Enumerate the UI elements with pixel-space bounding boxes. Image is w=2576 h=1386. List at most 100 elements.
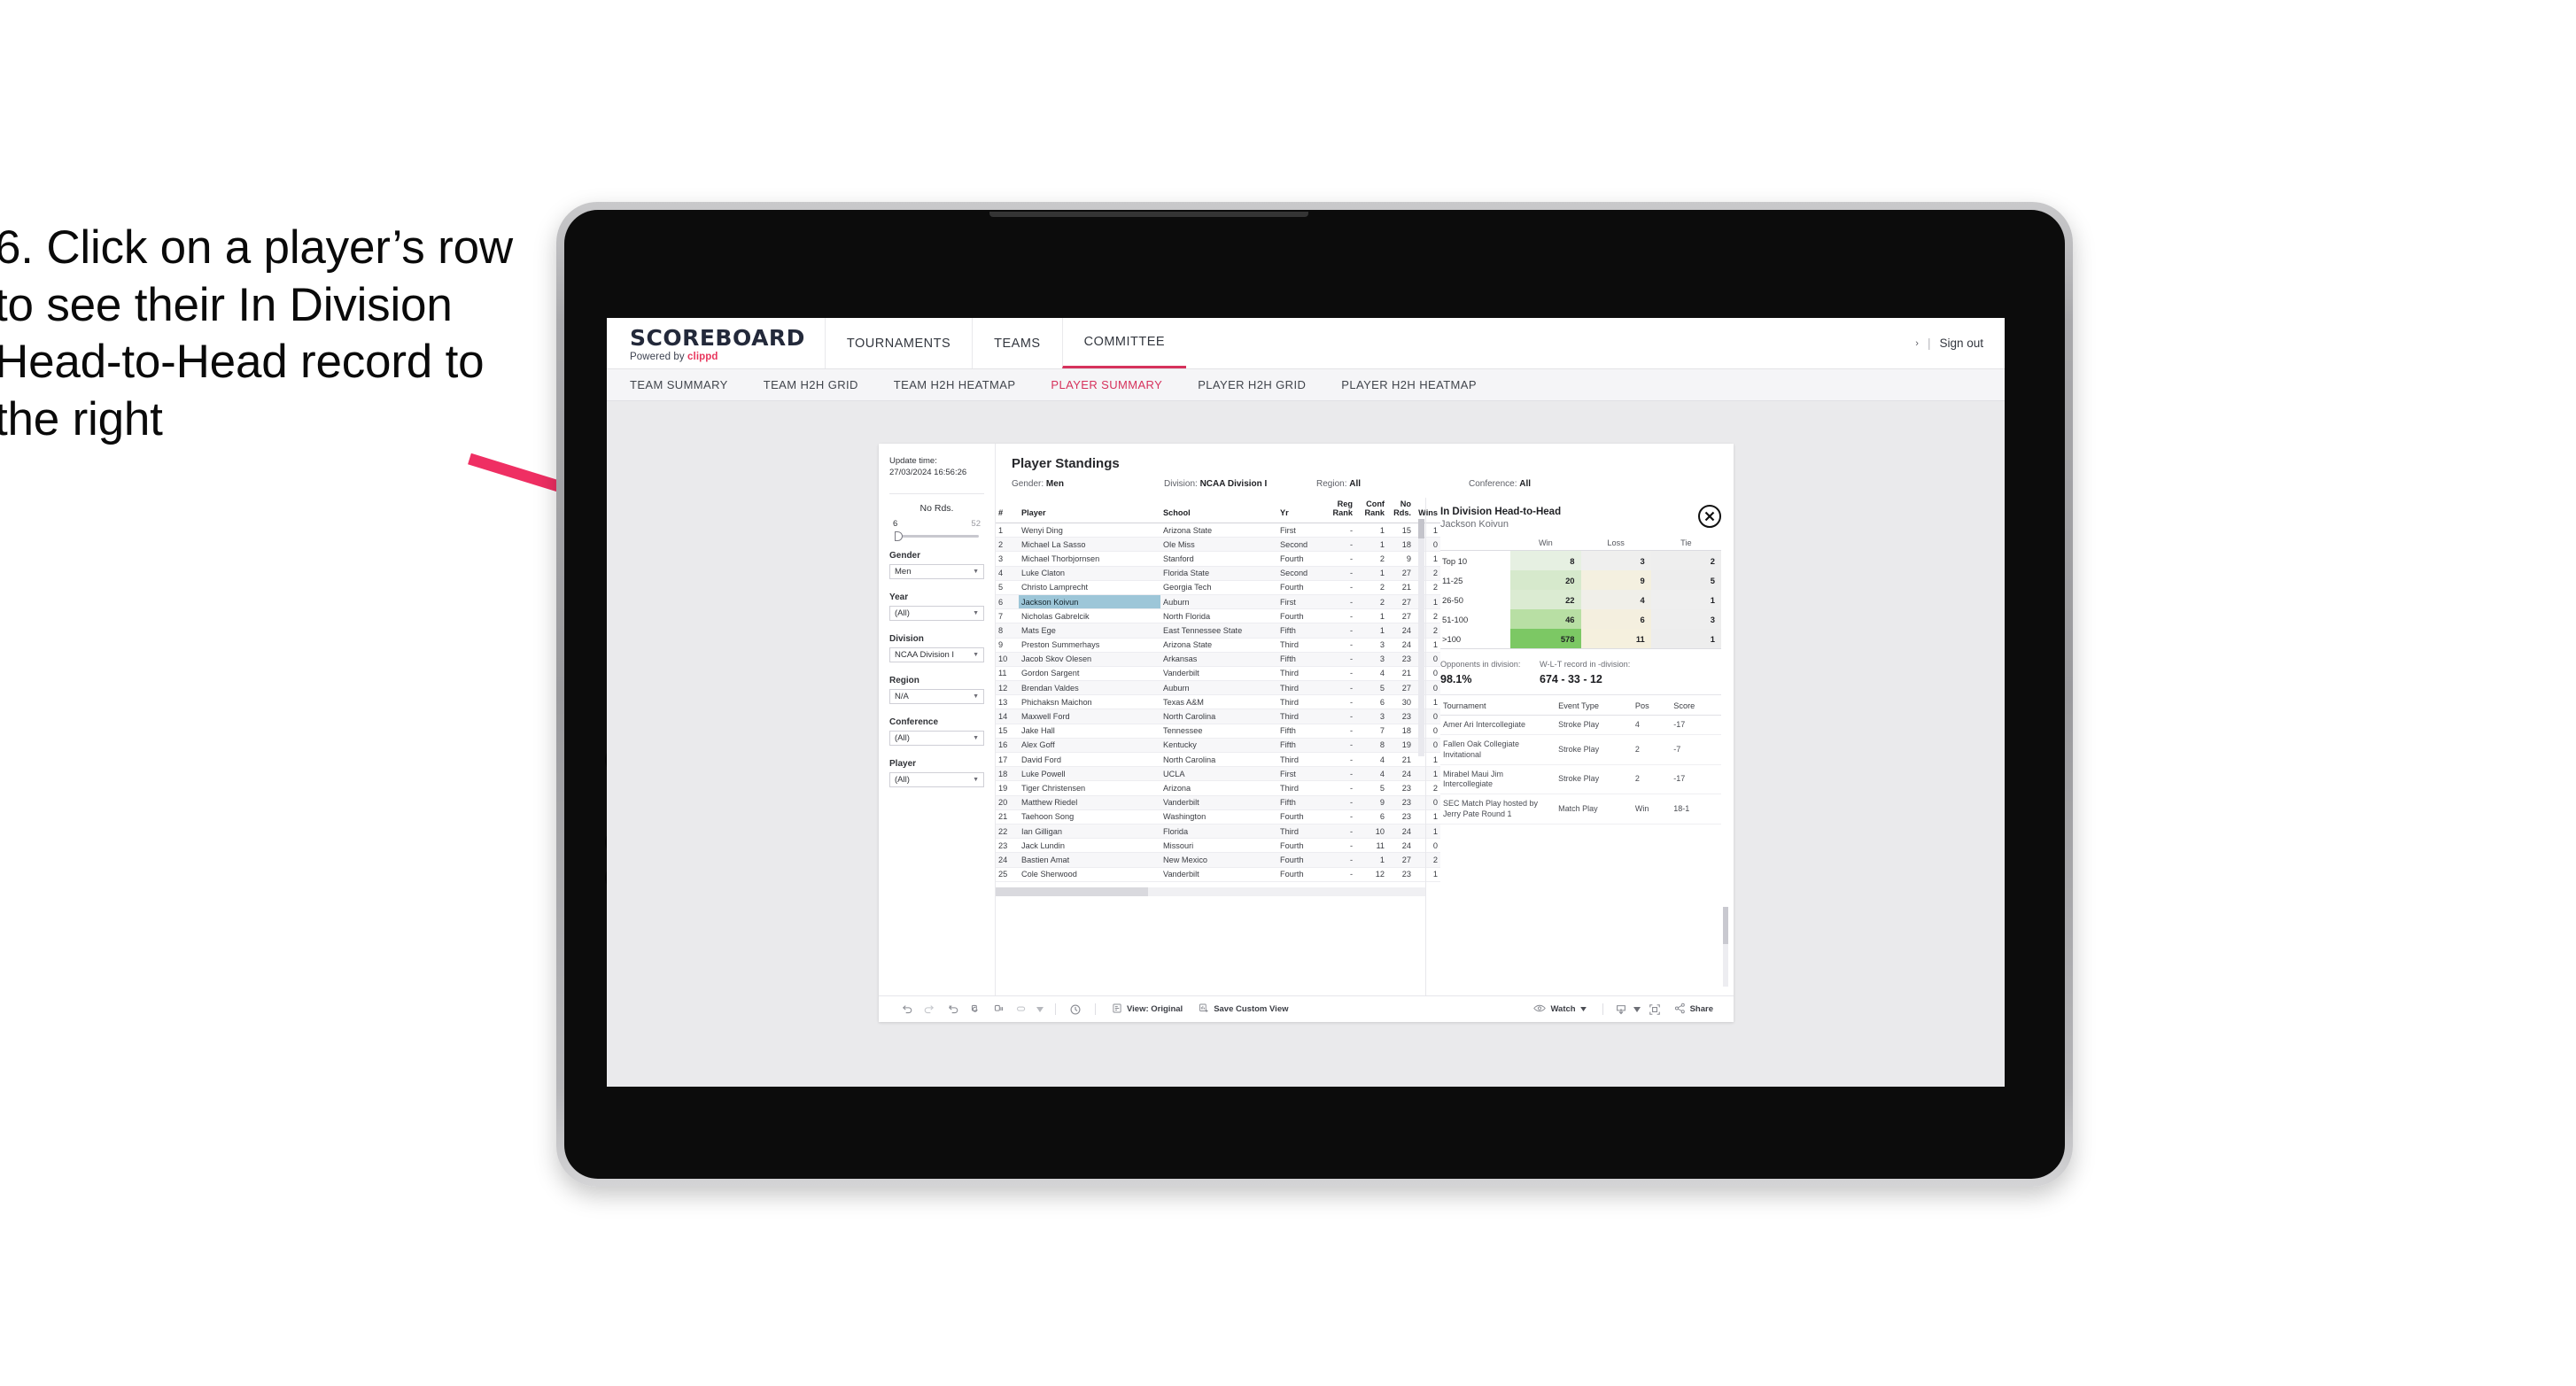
table-row[interactable]: 20 Matthew Riedel Vanderbilt Fifth -9 23 0 xyxy=(996,795,1440,810)
table-row[interactable]: 14 Maxwell Ford North Carolina Third -3 23 0 xyxy=(996,708,1440,724)
table-row[interactable]: 6 Jackson Koivun Auburn First -2 27 1 xyxy=(996,594,1440,610)
filter-conference-select[interactable]: (All) ▼ xyxy=(889,730,984,746)
tournament-row[interactable]: Fallen Oak Collegiate Invitational Stroke… xyxy=(1440,734,1721,765)
dropdown-caret-icon[interactable] xyxy=(1033,1006,1047,1012)
heatmap-cell[interactable]: 6 xyxy=(1580,609,1651,629)
table-row[interactable]: 18 Luke Powell UCLA First -4 24 1 xyxy=(996,766,1440,782)
dropdown-caret-icon[interactable] xyxy=(1631,1006,1643,1012)
table-row[interactable]: 2 Michael La Sasso Ole Miss Second -1 18 0 xyxy=(996,537,1440,553)
col-reg-rank[interactable]: Reg Rank xyxy=(1325,498,1355,523)
filter-year-select[interactable]: (All) ▼ xyxy=(889,605,984,621)
slider-track[interactable] xyxy=(895,530,979,541)
shape-icon[interactable] xyxy=(1010,1003,1033,1015)
heatmap-cell[interactable]: 8 xyxy=(1510,550,1581,570)
heatmap-cell[interactable]: 5 xyxy=(1650,570,1721,590)
cell-no-rds: 24 xyxy=(1387,824,1414,840)
heatmap-cell[interactable]: 2 xyxy=(1650,550,1721,570)
table-row[interactable]: 25 Cole Sherwood Vanderbilt Fourth -12 23 1 xyxy=(996,867,1440,882)
subnav-player-h2h-grid[interactable]: PLAYER H2H GRID xyxy=(1198,378,1306,391)
revert-icon[interactable] xyxy=(941,1003,964,1015)
table-row[interactable]: 17 David Ford North Carolina Third -4 21 1 xyxy=(996,752,1440,768)
download-icon[interactable] xyxy=(1611,1003,1631,1016)
close-icon[interactable] xyxy=(1698,505,1721,528)
col-year[interactable]: Yr xyxy=(1277,498,1325,523)
subnav-team-h2h-heatmap[interactable]: TEAM H2H HEATMAP xyxy=(894,378,1016,391)
tournament-scrollbar[interactable] xyxy=(1723,907,1728,987)
tournament-row[interactable]: Amer Ari Intercollegiate Stroke Play 4 -17 xyxy=(1440,715,1721,736)
scoreboard-logo[interactable]: SCOREBOARD Powered by clippd xyxy=(607,318,825,368)
heatmap-cell[interactable]: 3 xyxy=(1650,609,1721,629)
share-button[interactable]: Share xyxy=(1666,1003,1721,1017)
heatmap-cell[interactable]: 1 xyxy=(1650,590,1721,609)
heatmap-cell[interactable]: 46 xyxy=(1510,609,1581,629)
heatmap-cell[interactable]: 11 xyxy=(1580,629,1651,649)
table-row[interactable]: 5 Christo Lamprecht Georgia Tech Fourth -2 21… xyxy=(996,580,1440,595)
table-row[interactable]: 4 Luke Claton Florida State Second -1 27 2 xyxy=(996,566,1440,581)
pause-icon[interactable] xyxy=(987,1003,1010,1015)
table-row[interactable]: 23 Jack Lundin Missouri Fourth -11 24 0 xyxy=(996,838,1440,854)
heatmap-cell[interactable]: 578 xyxy=(1510,629,1581,649)
table-row[interactable]: 16 Alex Goff Kentucky Fifth -8 19 0 xyxy=(996,738,1440,754)
cell-rank: 24 xyxy=(996,852,1019,868)
scrollbar-thumb[interactable] xyxy=(996,887,1148,896)
subnav-team-h2h-grid[interactable]: TEAM H2H GRID xyxy=(764,378,858,391)
heatmap-cell[interactable]: 22 xyxy=(1510,590,1581,609)
cell-school: Vanderbilt xyxy=(1160,795,1277,810)
heatmap-cell[interactable]: 9 xyxy=(1580,570,1651,590)
table-horizontal-scrollbar[interactable] xyxy=(996,887,1425,896)
heatmap-cell[interactable]: 4 xyxy=(1580,590,1651,609)
heatmap-cell[interactable]: 1 xyxy=(1650,629,1721,649)
slider-handle[interactable] xyxy=(895,530,903,541)
table-row[interactable]: 1 Wenyi Ding Arizona State First -1 15 1 xyxy=(996,523,1440,538)
chevron-right-icon[interactable]: › xyxy=(1915,338,1919,349)
table-row[interactable]: 24 Bastien Amat New Mexico Fourth -1 27 2 xyxy=(996,852,1440,868)
table-row[interactable]: 11 Gordon Sargent Vanderbilt Third -4 21 0 xyxy=(996,666,1440,682)
undo-icon[interactable] xyxy=(895,1003,918,1015)
filter-division-select[interactable]: NCAA Division I ▼ xyxy=(889,647,984,662)
subnav-player-h2h-heatmap[interactable]: PLAYER H2H HEATMAP xyxy=(1341,378,1477,391)
fullscreen-icon[interactable] xyxy=(1643,1003,1666,1016)
cell-year: Fourth xyxy=(1277,608,1325,624)
save-custom-view-button[interactable]: Save Custom View xyxy=(1191,1003,1296,1017)
col-no-rds[interactable]: No Rds. xyxy=(1387,498,1414,523)
header-separator: | xyxy=(1927,337,1931,350)
subnav-player-summary[interactable]: PLAYER SUMMARY xyxy=(1051,378,1162,391)
nav-teams[interactable]: TEAMS xyxy=(972,318,1061,368)
table-row[interactable]: 15 Jake Hall Tennessee Fifth -7 18 0 xyxy=(996,724,1440,739)
view-original-button[interactable]: View: Original xyxy=(1104,1003,1191,1017)
filter-region-select[interactable]: N/A ▼ xyxy=(889,688,984,704)
cell-year: Third xyxy=(1277,666,1325,682)
table-row[interactable]: 9 Preston Summerhays Arizona State Third -3 2… xyxy=(996,638,1440,653)
filter-player-select[interactable]: (All) ▼ xyxy=(889,771,984,787)
scrollbar-thumb[interactable] xyxy=(1723,907,1728,944)
heatmap-cell[interactable]: 20 xyxy=(1510,570,1581,590)
table-row[interactable]: 13 Phichaksn Maichon Texas A&M Third -6 30 1 xyxy=(996,694,1440,710)
table-row[interactable]: 7 Nicholas Gabrelcik North Florida Fourth -1… xyxy=(996,608,1440,624)
table-row[interactable]: 12 Brendan Valdes Auburn Third -5 27 0 xyxy=(996,680,1440,696)
col-school[interactable]: School xyxy=(1160,498,1277,523)
no-rounds-slider[interactable]: No Rds. 6 52 xyxy=(889,503,984,541)
refresh-icon[interactable] xyxy=(964,1003,987,1015)
heatmap-cell[interactable]: 3 xyxy=(1580,550,1651,570)
nav-committee[interactable]: COMMITTEE xyxy=(1061,318,1187,368)
filter-gender-select[interactable]: Men ▼ xyxy=(889,563,984,579)
table-row[interactable]: 10 Jacob Skov Olesen Arkansas Fifth -3 23 0 xyxy=(996,652,1440,667)
sign-out-link[interactable]: Sign out xyxy=(1939,337,1983,350)
subnav-team-summary[interactable]: TEAM SUMMARY xyxy=(630,378,728,391)
table-row[interactable]: 19 Tiger Christensen Arizona Third -5 23 2 xyxy=(996,780,1440,796)
clock-icon[interactable] xyxy=(1064,1003,1087,1016)
tournament-row[interactable]: Mirabel Maui Jim Intercollegiate Stroke P… xyxy=(1440,764,1721,795)
tournament-row[interactable]: SEC Match Play hosted by Jerry Pate Roun… xyxy=(1440,794,1721,825)
col-rank[interactable]: # xyxy=(996,498,1019,523)
watch-button[interactable]: Watch xyxy=(1525,1003,1594,1016)
table-row[interactable]: 21 Taehoon Song Washington Fourth -6 23 1 xyxy=(996,809,1440,825)
redo-icon[interactable] xyxy=(918,1003,941,1015)
nav-tournaments[interactable]: TOURNAMENTS xyxy=(824,318,972,368)
table-vertical-scrollbar[interactable] xyxy=(1418,519,1424,756)
scrollbar-thumb[interactable] xyxy=(1418,519,1424,538)
col-player[interactable]: Player xyxy=(1019,498,1160,523)
table-row[interactable]: 22 Ian Gilligan Florida Third -10 24 1 xyxy=(996,824,1440,840)
col-conf-rank[interactable]: Conf Rank xyxy=(1355,498,1387,523)
table-row[interactable]: 8 Mats Ege East Tennessee State Fifth -1 24 2 xyxy=(996,623,1440,639)
table-row[interactable]: 3 Michael Thorbjornsen Stanford Fourth -2 9 1 xyxy=(996,551,1440,567)
